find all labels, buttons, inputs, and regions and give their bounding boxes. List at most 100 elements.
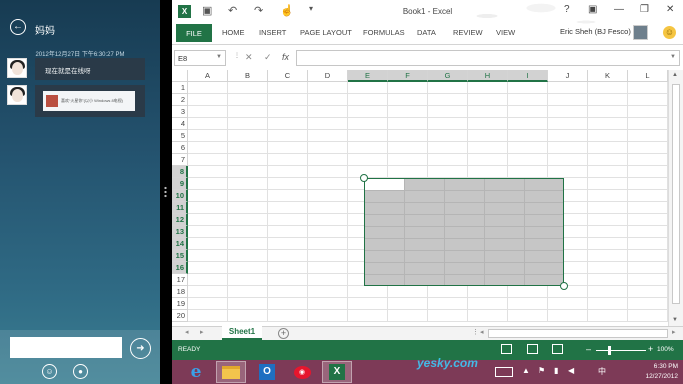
row-header[interactable]: 1 [172,82,188,94]
row-header[interactable]: 11 [172,202,188,214]
enter-icon[interactable]: ✓ [264,52,272,63]
close-icon[interactable]: ✕ [666,4,674,15]
minimize-icon[interactable]: — [614,4,624,15]
row-header[interactable]: 7 [172,154,188,166]
vertical-scrollbar[interactable]: ▲ ▼ [668,70,683,326]
row-header[interactable]: 17 [172,274,188,286]
back-arrow-icon[interactable]: ← [10,19,26,35]
zoom-in-icon[interactable]: + [648,344,653,354]
taskbar-weibo[interactable]: ◉ [287,361,317,383]
horizontal-scrollbar[interactable] [488,329,668,338]
scroll-right-icon[interactable]: ▸ [672,328,676,336]
column-header[interactable]: H [468,70,508,82]
volume-icon[interactable]: ◀ [568,366,574,375]
selection-handle-bottom-right[interactable] [560,282,568,290]
touch-keyboard-icon[interactable] [495,367,513,377]
select-all-corner[interactable] [172,70,188,82]
row-header[interactable]: 20 [172,310,188,322]
microphone-icon[interactable]: ● [73,364,88,379]
tab-split-grip-icon[interactable]: ⋮ [472,328,479,336]
page-break-view-icon[interactable] [552,344,563,354]
feedback-smiley-icon[interactable]: ☺ [663,26,676,39]
column-header[interactable]: B [228,70,268,82]
clock[interactable]: 6:30 PM 12/27/2012 [630,362,678,382]
tab-page-layout[interactable]: PAGE LAYOUT [300,28,352,37]
chevron-down-icon[interactable]: ▼ [216,54,222,60]
row-header[interactable]: 18 [172,286,188,298]
insert-function-icon[interactable]: fx [282,52,289,62]
send-icon[interactable]: ➜ [130,338,151,359]
tab-formulas[interactable]: FORMULAS [363,28,405,37]
prev-sheet-icon[interactable]: ◂ [185,328,189,336]
row-header[interactable]: 5 [172,130,188,142]
selected-range[interactable] [364,178,564,286]
row-header[interactable]: 6 [172,142,188,154]
row-header[interactable]: 10 [172,190,188,202]
taskbar-internet-explorer[interactable]: e [181,361,211,383]
row-header[interactable]: 13 [172,226,188,238]
zoom-out-icon[interactable]: – [586,344,591,354]
taskbar-outlook[interactable]: O [252,361,282,383]
scroll-up-icon[interactable]: ▲ [672,72,678,78]
add-sheet-icon[interactable]: + [278,328,289,339]
worksheet-grid[interactable]: ABCDEFGHIJKL 1 2 3 4 5 6 7 8 9 10 11 12 13 14 15 16 17 18… [172,70,683,326]
column-header[interactable]: J [548,70,588,82]
sheet-tab[interactable]: Sheet1 [222,326,262,340]
row-header[interactable]: 16 [172,262,188,274]
input-method-icon[interactable]: 中 [598,366,606,377]
normal-view-icon[interactable] [501,344,512,354]
cell-area[interactable] [188,82,668,322]
tab-view[interactable]: VIEW [496,28,515,37]
column-header[interactable]: A [188,70,228,82]
row-header[interactable]: 19 [172,298,188,310]
row-header[interactable]: 3 [172,106,188,118]
scroll-down-icon[interactable]: ▼ [672,317,678,323]
tab-home[interactable]: HOME [222,28,245,37]
scroll-left-icon[interactable]: ◂ [480,328,484,336]
tab-data[interactable]: DATA [417,28,436,37]
show-hidden-icons-icon[interactable]: ▲ [522,366,530,375]
row-header[interactable]: 12 [172,214,188,226]
network-icon[interactable]: ▮ [554,366,558,375]
scroll-thumb[interactable] [672,84,680,304]
ribbon-display-options-icon[interactable]: ▣ [588,4,597,15]
cancel-icon[interactable]: ✕ [245,52,253,63]
page-layout-view-icon[interactable] [527,344,538,354]
column-header[interactable]: F [388,70,428,82]
column-header[interactable]: D [308,70,348,82]
taskbar-file-explorer[interactable] [216,361,246,383]
zoom-slider[interactable] [596,350,646,351]
chevron-down-icon[interactable]: ▼ [670,54,676,60]
column-header[interactable]: I [508,70,548,82]
name-box[interactable]: E8 ▼ [174,50,226,66]
row-header[interactable]: 9 [172,178,188,190]
emoji-icon[interactable]: ☺ [42,364,57,379]
tab-insert[interactable]: INSERT [259,28,286,37]
tab-review[interactable]: REVIEW [453,28,483,37]
column-header[interactable]: G [428,70,468,82]
zoom-slider-knob[interactable] [608,346,611,355]
account-photo[interactable] [633,25,648,40]
selection-handle-top-left[interactable] [360,174,368,182]
snap-splitter[interactable] [160,0,172,384]
zoom-level[interactable]: 100% [657,346,674,353]
row-header[interactable]: 4 [172,118,188,130]
next-sheet-icon[interactable]: ▸ [200,328,204,336]
column-header[interactable]: L [628,70,668,82]
taskbar-excel[interactable]: X [322,361,352,383]
flag-icon[interactable]: ⚑ [538,366,545,375]
column-header[interactable]: C [268,70,308,82]
column-header[interactable]: K [588,70,628,82]
message-input[interactable] [10,337,122,358]
column-header[interactable]: E [348,70,388,82]
account-name[interactable]: Eric Sheh (BJ Fesco) ▾ [560,27,637,36]
restore-icon[interactable]: ❐ [640,4,649,15]
row-header[interactable]: 8 [172,166,188,178]
help-icon[interactable]: ? [564,4,570,15]
shared-link-card[interactable]: 喜欢“火星你”(以小 Windows 8电视) [43,91,135,111]
row-header[interactable]: 2 [172,94,188,106]
row-header[interactable]: 14 [172,238,188,250]
formula-input[interactable]: ▼ [296,50,680,66]
splitter-grip-icon[interactable] [164,186,167,198]
row-header[interactable]: 15 [172,250,188,262]
